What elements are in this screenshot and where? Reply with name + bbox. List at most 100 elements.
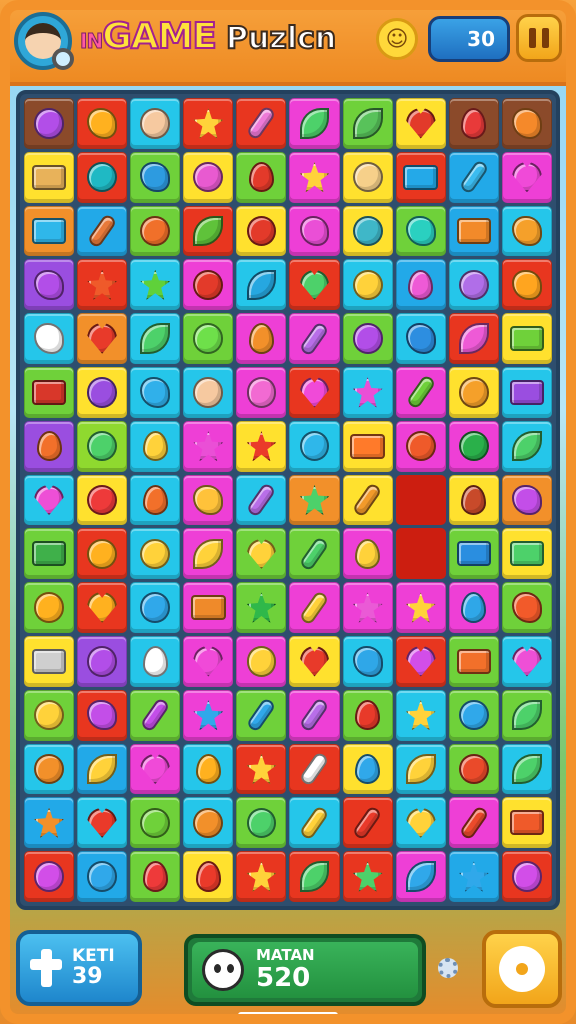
tile[interactable] [289,259,340,311]
tile[interactable] [289,797,340,849]
tile[interactable] [183,98,234,149]
tile[interactable] [130,98,181,149]
tile[interactable] [289,205,340,257]
tile[interactable] [183,420,234,472]
tile[interactable] [183,851,234,902]
tile[interactable] [501,366,552,418]
tile[interactable] [77,474,128,526]
tile[interactable] [236,474,287,526]
tile[interactable] [130,689,181,741]
tile[interactable] [448,851,499,902]
tile[interactable] [448,528,499,580]
tile[interactable] [77,259,128,311]
tile[interactable] [130,420,181,472]
tile[interactable] [183,689,234,741]
tile[interactable] [342,420,393,472]
tile[interactable] [77,205,128,257]
tile[interactable] [501,689,552,741]
tile[interactable] [24,582,75,633]
tile[interactable] [183,474,234,526]
tile[interactable] [183,366,234,418]
tile[interactable] [501,635,552,687]
tile[interactable] [236,851,287,902]
tile[interactable] [289,528,340,580]
tile[interactable] [342,98,393,149]
tile[interactable] [395,98,446,149]
tile[interactable] [395,689,446,741]
tile[interactable] [342,259,393,311]
tile[interactable] [183,205,234,257]
tile[interactable] [24,797,75,849]
tile[interactable] [77,851,128,902]
tile[interactable] [236,582,287,633]
tile[interactable] [342,851,393,902]
tile[interactable] [501,851,552,902]
tile[interactable] [289,474,340,526]
tile[interactable] [24,151,75,203]
tile[interactable] [448,474,499,526]
tile[interactable] [501,528,552,580]
tile[interactable] [130,851,181,902]
tile[interactable] [24,259,75,311]
tile[interactable] [183,582,234,633]
tile[interactable] [183,313,234,364]
tile[interactable] [183,528,234,580]
tile[interactable] [130,474,181,526]
tile[interactable] [289,851,340,902]
tile[interactable] [342,313,393,364]
tile[interactable] [236,689,287,741]
tile[interactable] [395,259,446,311]
tile[interactable] [448,582,499,633]
tile[interactable] [501,797,552,849]
tile[interactable] [77,689,128,741]
tile[interactable] [395,851,446,902]
tile[interactable] [77,420,128,472]
tile[interactable] [501,582,552,633]
tile[interactable] [501,151,552,203]
tile[interactable] [24,98,75,149]
tile[interactable] [342,743,393,795]
tile[interactable] [130,205,181,257]
tile[interactable] [24,851,75,902]
tile[interactable] [24,366,75,418]
tile[interactable] [501,420,552,472]
tile[interactable] [130,528,181,580]
tile[interactable] [236,743,287,795]
tile[interactable] [77,366,128,418]
tile[interactable] [448,420,499,472]
tile[interactable] [77,313,128,364]
tile[interactable] [342,689,393,741]
tile[interactable] [289,689,340,741]
tile[interactable] [77,151,128,203]
tile[interactable] [24,689,75,741]
tile[interactable] [130,797,181,849]
tile[interactable] [395,743,446,795]
tile[interactable] [183,151,234,203]
tile[interactable] [77,528,128,580]
tile[interactable] [77,635,128,687]
tile[interactable] [183,797,234,849]
tile[interactable] [130,151,181,203]
tile[interactable] [130,366,181,418]
tile[interactable] [342,205,393,257]
tile[interactable] [395,420,446,472]
tile[interactable] [448,259,499,311]
tile[interactable] [236,797,287,849]
tile[interactable] [24,528,75,580]
tile[interactable] [448,151,499,203]
tile[interactable] [501,474,552,526]
tile[interactable] [236,205,287,257]
tile[interactable] [501,313,552,364]
tile[interactable] [395,313,446,364]
tile[interactable] [342,582,393,633]
tile[interactable] [395,366,446,418]
tile[interactable] [183,635,234,687]
tile[interactable] [236,635,287,687]
tile[interactable] [77,743,128,795]
tile[interactable] [24,743,75,795]
tile[interactable] [395,205,446,257]
tile[interactable] [24,635,75,687]
tile[interactable] [395,582,446,633]
tile[interactable] [289,313,340,364]
tile[interactable] [236,259,287,311]
